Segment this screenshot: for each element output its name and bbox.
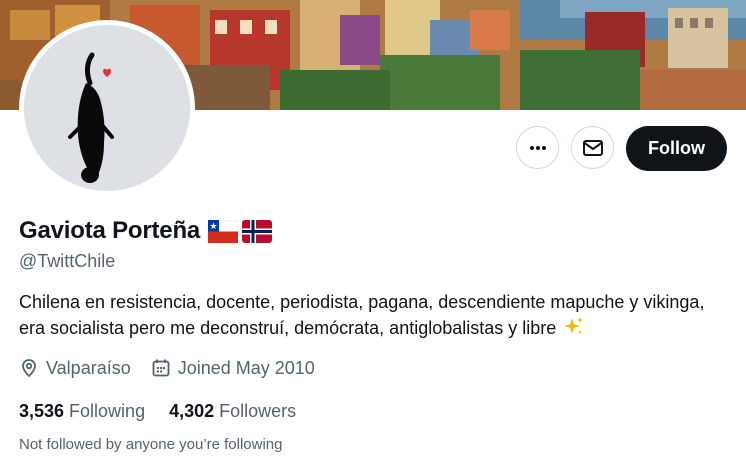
follow-button[interactable]: Follow bbox=[626, 126, 727, 171]
not-followed-notice: Not followed by anyone you’re following bbox=[19, 436, 283, 453]
following-label: Following bbox=[69, 400, 146, 421]
sparkles-icon bbox=[563, 316, 585, 338]
profile-meta: Valparaíso Joined May 2010 bbox=[19, 355, 335, 381]
user-handle: @TwittChile bbox=[19, 251, 116, 271]
display-name: Gaviota Porteña bbox=[19, 217, 201, 244]
avatar[interactable] bbox=[24, 25, 190, 191]
following-link[interactable]: 3,536 Following bbox=[19, 401, 145, 422]
followers-link[interactable]: 4,302 Followers bbox=[169, 401, 296, 422]
followers-label: Followers bbox=[219, 400, 297, 421]
black-cat-with-heart-avatar bbox=[24, 25, 190, 191]
more-horizontal-icon bbox=[529, 145, 546, 150]
location-pin-icon bbox=[22, 359, 36, 378]
following-count: 3,536 bbox=[19, 400, 65, 421]
bio-text: Chilena en resistencia, docente, periodi… bbox=[19, 292, 705, 338]
profile-bio: Chilena en resistencia, docente, periodi… bbox=[19, 289, 719, 341]
follow-stats: 3,536 Following 4,302 Followers bbox=[19, 398, 320, 424]
join-date: Joined May 2010 bbox=[151, 358, 315, 379]
joined-text: Joined May 2010 bbox=[177, 357, 315, 378]
norway-flag-icon bbox=[242, 219, 273, 243]
message-button[interactable] bbox=[571, 126, 614, 169]
avatar-frame[interactable] bbox=[19, 20, 195, 196]
name-row: Gaviota Porteña bbox=[19, 216, 273, 246]
location-text: Valparaíso bbox=[46, 357, 131, 378]
location: Valparaíso bbox=[19, 358, 131, 379]
followers-count: 4,302 bbox=[169, 400, 215, 421]
more-options-button[interactable] bbox=[516, 126, 559, 169]
chile-flag-icon bbox=[207, 219, 239, 243]
envelope-icon bbox=[582, 139, 603, 156]
calendar-icon bbox=[152, 359, 170, 377]
